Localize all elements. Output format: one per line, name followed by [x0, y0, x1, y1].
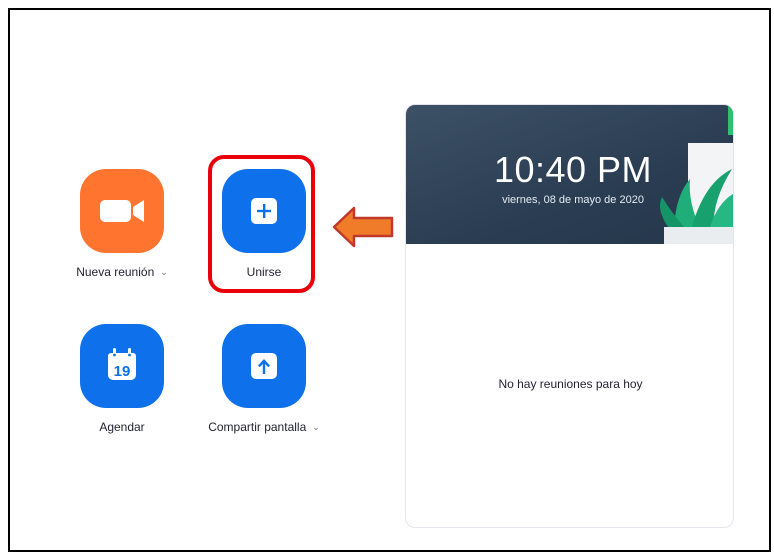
chevron-down-icon[interactable]: ⌄: [312, 422, 320, 433]
calendar-icon: 19: [108, 348, 136, 380]
calendar-panel: 10:40 PM viernes, 08 de mayo de 2020 No …: [405, 104, 734, 528]
calendar-banner: 10:40 PM viernes, 08 de mayo de 2020: [406, 105, 733, 244]
join-highlight-box: [208, 155, 315, 293]
no-meetings-message: No hay reuniones para hoy: [498, 377, 643, 391]
schedule-tile[interactable]: 19: [80, 324, 164, 408]
chevron-down-icon[interactable]: ⌄: [160, 267, 168, 278]
current-time: 10:40 PM: [493, 149, 653, 190]
new-meeting-tile[interactable]: [80, 169, 164, 253]
current-date: viernes, 08 de mayo de 2020: [502, 194, 644, 206]
new-meeting-label: Nueva reunión: [76, 265, 155, 279]
share-screen-label: Compartir pantalla: [208, 420, 307, 434]
left-arrow-icon: [332, 206, 394, 248]
video-camera-icon: [100, 200, 144, 222]
share-screen-tile[interactable]: [222, 324, 306, 408]
calendar-day: 19: [114, 363, 131, 380]
share-screen-button[interactable]: Compartir pantalla ⌄: [179, 324, 349, 434]
upload-arrow-icon: [251, 353, 277, 379]
